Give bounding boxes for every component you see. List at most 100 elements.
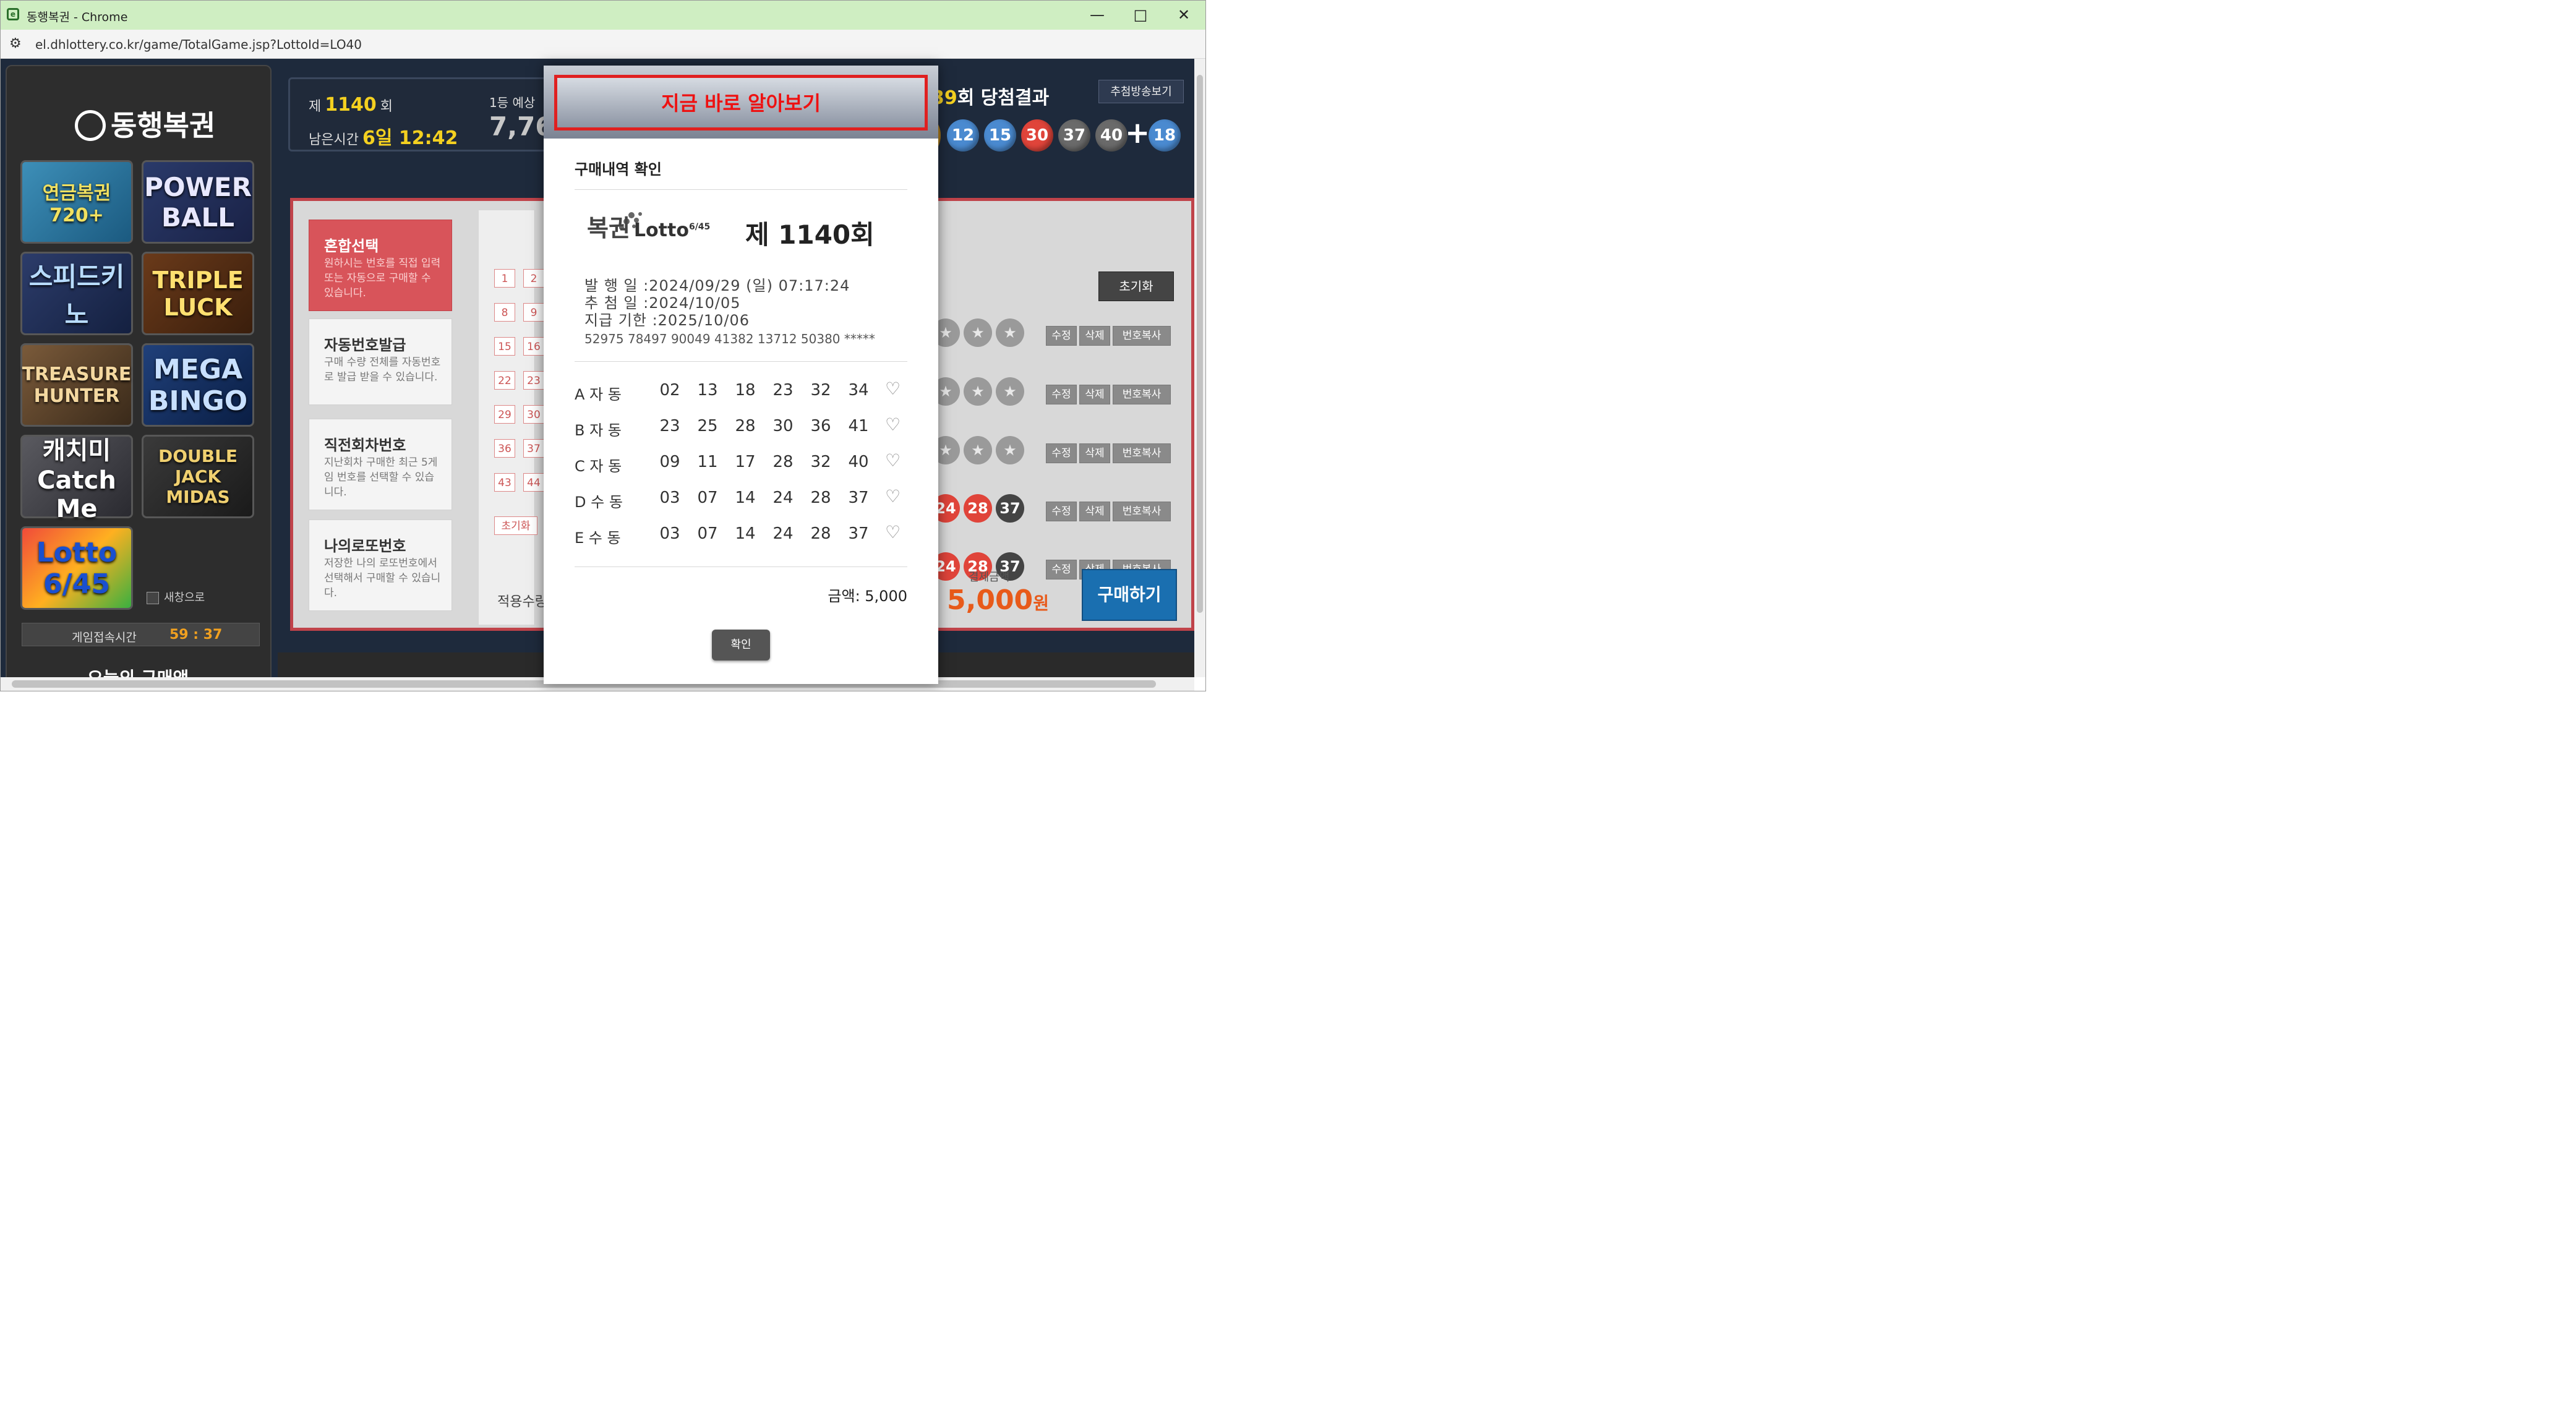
delete-button[interactable]: 삭제	[1079, 443, 1110, 463]
game-number: 32	[810, 453, 831, 471]
delete-button[interactable]: 삭제	[1079, 385, 1110, 404]
divider	[575, 361, 907, 362]
grid-number[interactable]: 30	[523, 405, 544, 424]
heart-icon[interactable]: ♡	[885, 378, 901, 399]
timer-value: 59 : 37	[169, 627, 223, 643]
dhlottery-logo[interactable]: 동행복권	[75, 103, 215, 144]
winning-ball: 12	[947, 119, 979, 152]
minimize-button[interactable]: —	[1076, 1, 1119, 30]
number-ball: 37	[996, 494, 1024, 523]
checkbox-icon[interactable]	[147, 592, 159, 604]
game-row-label: A 자 동	[575, 386, 622, 403]
grid-number[interactable]: 43	[494, 473, 515, 492]
reset-button[interactable]: 초기화	[1098, 271, 1174, 301]
game-treasure-hunter[interactable]: TREASURE HUNTER	[20, 343, 133, 427]
game-number: 02	[659, 381, 680, 400]
game-number: 18	[735, 381, 756, 400]
copy-numbers-button[interactable]: 번호복사	[1113, 443, 1171, 463]
grid-reset-button[interactable]: 초기화	[494, 516, 537, 535]
game-number: 14	[735, 524, 756, 543]
game-tripleluck[interactable]: TRIPLE LUCK	[142, 252, 254, 335]
session-timer: 게임접속시간 59 : 37	[22, 623, 260, 646]
game-speedkeno[interactable]: 스피드키노	[20, 252, 133, 335]
remain-label: 남은시간	[309, 132, 359, 148]
broadcast-button[interactable]: 추첨방송보기	[1098, 80, 1184, 103]
delete-button[interactable]: 삭제	[1079, 502, 1110, 521]
menu-mixed-select[interactable]: 혼합선택 원하시는 번호를 직접 입력 또는 자동으로 구매할 수 있습니다.	[309, 220, 452, 311]
grid-number[interactable]: 36	[494, 439, 515, 458]
empty-slot-icon: ★	[996, 436, 1024, 464]
heart-icon[interactable]: ♡	[885, 414, 901, 435]
copy-numbers-button[interactable]: 번호복사	[1113, 326, 1171, 346]
buy-button[interactable]: 구매하기	[1082, 569, 1177, 621]
game-megabingo[interactable]: MEGA BINGO	[142, 343, 254, 427]
game-number: 28	[810, 524, 831, 543]
menu-title: 나의로또번호	[324, 537, 406, 555]
round-suffix: 회	[380, 99, 393, 114]
grid-number[interactable]: 9	[523, 303, 544, 322]
grid-number[interactable]: 8	[494, 303, 515, 322]
maximize-button[interactable]: □	[1119, 1, 1162, 30]
edit-button[interactable]: 수정	[1046, 560, 1077, 579]
grid-number[interactable]: 1	[494, 269, 515, 288]
game-number: 03	[659, 489, 680, 507]
delete-button[interactable]: 삭제	[1079, 326, 1110, 346]
learn-now-banner[interactable]: 지금 바로 알아보기	[554, 75, 928, 130]
scroll-thumb[interactable]	[1197, 75, 1203, 613]
edit-button[interactable]: 수정	[1046, 385, 1077, 404]
close-button[interactable]: ✕	[1162, 1, 1205, 30]
site-settings-icon[interactable]: ⚙	[9, 36, 22, 51]
url-field[interactable]: el.dhlottery.co.kr/game/TotalGame.jsp?Lo…	[35, 37, 362, 52]
payment-label: 결제금액	[969, 571, 1010, 584]
divider	[575, 566, 907, 567]
vertical-scrollbar[interactable]	[1194, 59, 1205, 677]
grid-number[interactable]: 2	[523, 269, 544, 288]
game-pension720[interactable]: 연금복권720+	[20, 160, 133, 244]
logo-mark-icon	[75, 109, 106, 141]
menu-my-numbers[interactable]: 나의로또번호 저장한 나의 로또번호에서 선택해서 구매할 수 있습니다.	[309, 519, 452, 611]
edit-button[interactable]: 수정	[1046, 326, 1077, 346]
address-bar: ⚙ el.dhlottery.co.kr/game/TotalGame.jsp?…	[1, 30, 1205, 59]
heart-icon[interactable]: ♡	[885, 486, 901, 507]
logo-text: 동행복권	[111, 109, 216, 142]
grid-number[interactable]: 15	[494, 337, 515, 356]
apply-count-label: 적용수량	[497, 594, 547, 610]
game-row-label: E 수 동	[575, 529, 621, 547]
game-number: 07	[697, 489, 718, 507]
lotto-sup: 6/45	[688, 222, 711, 232]
grid-number[interactable]: 37	[523, 439, 544, 458]
game-number: 23	[772, 381, 794, 400]
grid-number[interactable]: 16	[523, 337, 544, 356]
menu-auto-issue[interactable]: 자동번호발급 구매 수량 전체를 자동번호로 발급 받을 수 있습니다.	[309, 318, 452, 405]
divider	[575, 189, 907, 190]
game-lotto645[interactable]: Lotto 6/45	[20, 526, 133, 610]
menu-title: 직전회차번호	[324, 437, 406, 454]
heart-icon[interactable]: ♡	[885, 450, 901, 471]
title-bar: e 동행복권 - Chrome — □ ✕	[1, 1, 1205, 30]
game-powerball[interactable]: POWER BALL	[142, 160, 254, 244]
game-number: 07	[697, 524, 718, 543]
game-number: 13	[697, 381, 718, 400]
empty-slot-icon: ★	[964, 436, 992, 464]
grid-number[interactable]: 44	[523, 473, 544, 492]
grid-number[interactable]: 23	[523, 371, 544, 390]
round-prefix: 제	[309, 99, 322, 114]
game-number: 28	[735, 417, 756, 435]
copy-numbers-button[interactable]: 번호복사	[1113, 502, 1171, 521]
game-number: 24	[772, 524, 794, 543]
plus-icon: +	[1125, 116, 1150, 150]
game-catchme[interactable]: 캐치미 Catch Me	[20, 435, 133, 523]
result-title: 39회 당첨결과	[931, 82, 1049, 109]
menu-previous-numbers[interactable]: 직전회차번호 지난회차 구매한 최근 5게임 번호를 선택할 수 있습니다.	[309, 419, 452, 510]
edit-button[interactable]: 수정	[1046, 502, 1077, 521]
grid-number[interactable]: 29	[494, 405, 515, 424]
grid-number[interactable]: 22	[494, 371, 515, 390]
confirm-button[interactable]: 확인	[712, 630, 770, 660]
winning-ball: 40	[1095, 119, 1128, 152]
heart-icon[interactable]: ♡	[885, 522, 901, 542]
game-doublejack-midas[interactable]: DOUBLE JACK MIDAS	[142, 435, 254, 518]
copy-numbers-button[interactable]: 번호복사	[1113, 385, 1171, 404]
edit-button[interactable]: 수정	[1046, 443, 1077, 463]
winning-ball: 30	[1021, 119, 1053, 152]
new-window-checkbox[interactable]: 새창으로	[147, 589, 205, 605]
